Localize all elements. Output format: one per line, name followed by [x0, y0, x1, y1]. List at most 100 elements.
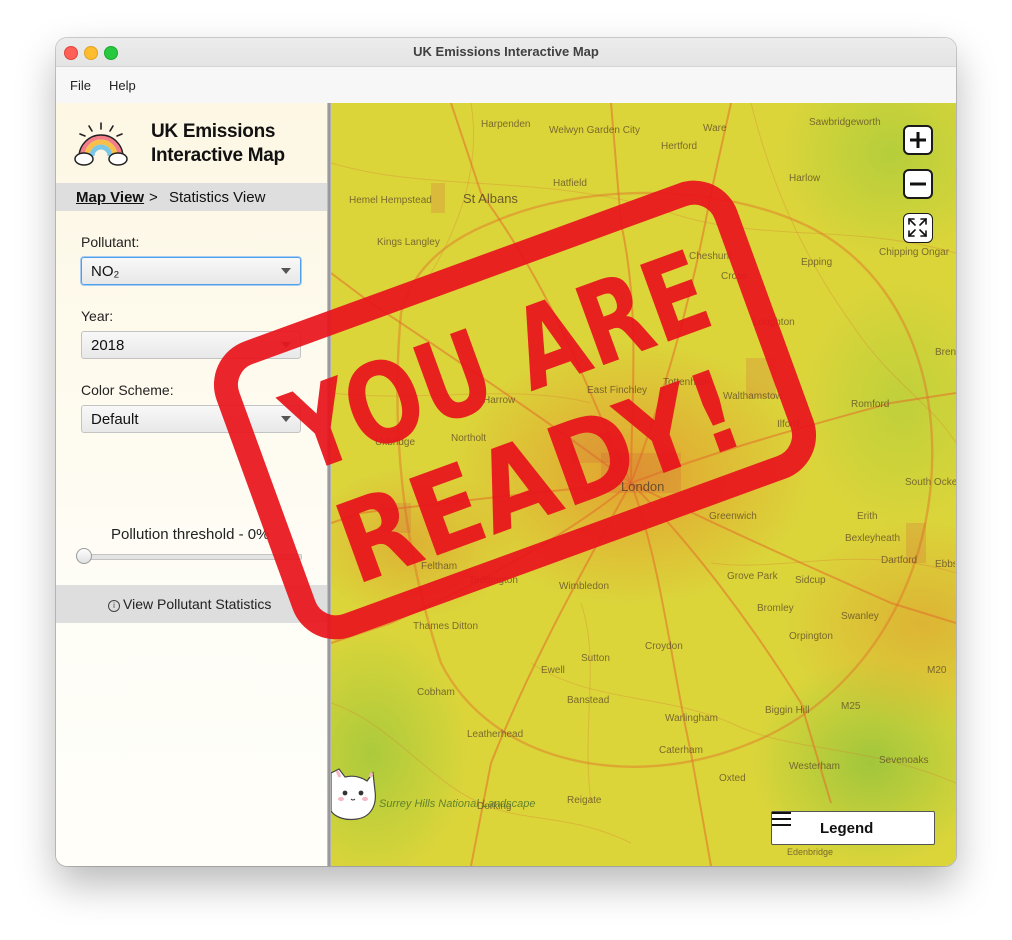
color-scheme-value: Default	[91, 411, 139, 428]
place-label: Oxted	[719, 773, 746, 784]
nav-statistics-view[interactable]: Statistics View	[169, 189, 265, 206]
nav-map-view[interactable]: Map View	[76, 189, 144, 206]
place-label: Sevenoaks	[879, 755, 929, 766]
year-select[interactable]: 2018	[81, 331, 301, 359]
place-label: Edenbridge	[787, 847, 834, 857]
place-label: St Albans	[463, 191, 518, 206]
year-label: Year:	[81, 308, 114, 324]
zoom-in-button[interactable]	[903, 125, 933, 155]
year-value: 2018	[91, 337, 125, 354]
place-label: Bromley	[757, 603, 794, 614]
place-label: Ebbsfleet Valley	[935, 559, 955, 570]
place-label: Grove Park	[727, 571, 778, 582]
app-name: UK Emissions Interactive Map	[151, 120, 321, 168]
place-label: Bexleyheath	[845, 533, 901, 544]
place-label: Dartford	[881, 555, 918, 566]
place-label: M25	[841, 701, 861, 712]
zoom-out-button[interactable]	[903, 169, 933, 199]
menu-file[interactable]: File	[70, 78, 91, 93]
place-label: Erith	[857, 511, 878, 522]
fullscreen-button[interactable]	[903, 213, 933, 243]
cat-icon[interactable]	[331, 765, 377, 821]
place-label: Warlingham	[665, 713, 718, 724]
place-label: Romford	[851, 399, 890, 410]
menu-help[interactable]: Help	[109, 78, 136, 93]
chevron-down-icon	[281, 268, 291, 274]
threshold-slider-track[interactable]	[80, 554, 302, 560]
place-label: Sutton	[581, 653, 610, 664]
place-label: Greenwich	[709, 511, 757, 522]
info-icon: i	[108, 600, 120, 612]
place-label: Thames Ditton	[413, 621, 479, 632]
place-label: Caterham	[659, 745, 703, 756]
place-label: East Finchley	[587, 385, 648, 396]
threshold-slider-knob[interactable]	[76, 548, 92, 564]
map-view[interactable]: Harpenden Welwyn Garden City Ware Sawbri…	[331, 103, 956, 866]
place-label: Surrey Hills National Landscape	[379, 798, 536, 810]
color-scheme-label: Color Scheme:	[81, 382, 174, 398]
chevron-down-icon	[281, 416, 291, 422]
legend-label: Legend	[820, 820, 874, 837]
title-bar: UK Emissions Interactive Map	[56, 38, 956, 67]
place-label: Leatherhead	[467, 729, 524, 740]
pollutant-label: Pollutant:	[81, 234, 140, 250]
place-label: Harrow	[483, 395, 516, 406]
sidebar: UK Emissions Interactive Map Map View > …	[56, 103, 327, 866]
menu-bar: File Help	[56, 67, 956, 104]
place-label: Brentwood	[935, 347, 956, 358]
place-label: Northolt	[451, 433, 487, 444]
stats-button-label: View Pollutant Statistics	[123, 596, 272, 612]
place-label: Swanley	[841, 611, 879, 622]
rainbow-icon	[74, 120, 128, 168]
place-label: Walthamstow	[723, 391, 783, 402]
window-title: UK Emissions Interactive Map	[413, 44, 599, 59]
place-label: Hatfield	[553, 178, 587, 189]
place-label: Cheshunt	[689, 251, 732, 262]
place-label: Tottenham	[663, 377, 710, 388]
app-name-line1: UK Emissions	[151, 121, 276, 142]
place-label: Westerham	[789, 761, 840, 772]
place-label: Loughton	[753, 317, 795, 328]
place-label: Harlow	[789, 173, 821, 184]
place-label: Ewell	[541, 665, 565, 676]
breadcrumb: Map View > Statistics View	[56, 183, 327, 211]
color-scheme-select[interactable]: Default	[81, 405, 301, 433]
place-label: Reigate	[567, 795, 602, 806]
place-label: M20	[927, 665, 947, 676]
view-pollutant-statistics-button[interactable]: i View Pollutant Statistics	[56, 585, 327, 623]
place-label: Cross	[721, 271, 748, 282]
threshold-label: Pollution threshold - 0%	[111, 526, 270, 543]
place-label: Epping	[801, 257, 833, 268]
place-label: Chipping Ongar	[879, 247, 950, 258]
place-label: Kings Langley	[377, 237, 440, 248]
app-name-line2: Interactive Map	[151, 145, 285, 166]
place-label: Cobham	[417, 687, 455, 698]
menu-icon	[772, 812, 791, 826]
place-label: Biggin Hill	[765, 705, 810, 716]
place-label: Ilford	[777, 419, 800, 430]
place-label: Feltham	[421, 561, 458, 572]
place-label: Hertford	[661, 141, 698, 152]
chevron-down-icon	[281, 342, 291, 348]
minus-icon	[910, 182, 926, 186]
plus-icon	[910, 132, 926, 148]
place-label: Banstead	[567, 695, 610, 706]
place-label: Uxbridge	[375, 437, 416, 448]
place-label: Ware	[703, 123, 727, 134]
breadcrumb-separator: >	[149, 189, 158, 206]
place-label: South Ockendon	[905, 477, 956, 488]
place-label: Sawbridgeworth	[809, 117, 881, 128]
legend-button[interactable]: Legend	[771, 811, 935, 845]
place-label: Sidcup	[795, 575, 826, 586]
expand-icon	[908, 218, 927, 237]
place-label: London	[621, 479, 665, 494]
pollutant-value: NO₂	[91, 263, 120, 280]
app-window: UK Emissions Interactive Map File Help U…	[56, 38, 956, 866]
place-label: Welwyn Garden City	[549, 125, 640, 136]
pollutant-select[interactable]: NO₂	[81, 257, 301, 285]
place-label: Croydon	[645, 641, 683, 652]
place-label: Wimbledon	[559, 581, 610, 592]
place-label: Hemel Hempstead	[349, 195, 432, 206]
place-label: Orpington	[789, 631, 833, 642]
place-label: Teddington	[469, 575, 518, 586]
